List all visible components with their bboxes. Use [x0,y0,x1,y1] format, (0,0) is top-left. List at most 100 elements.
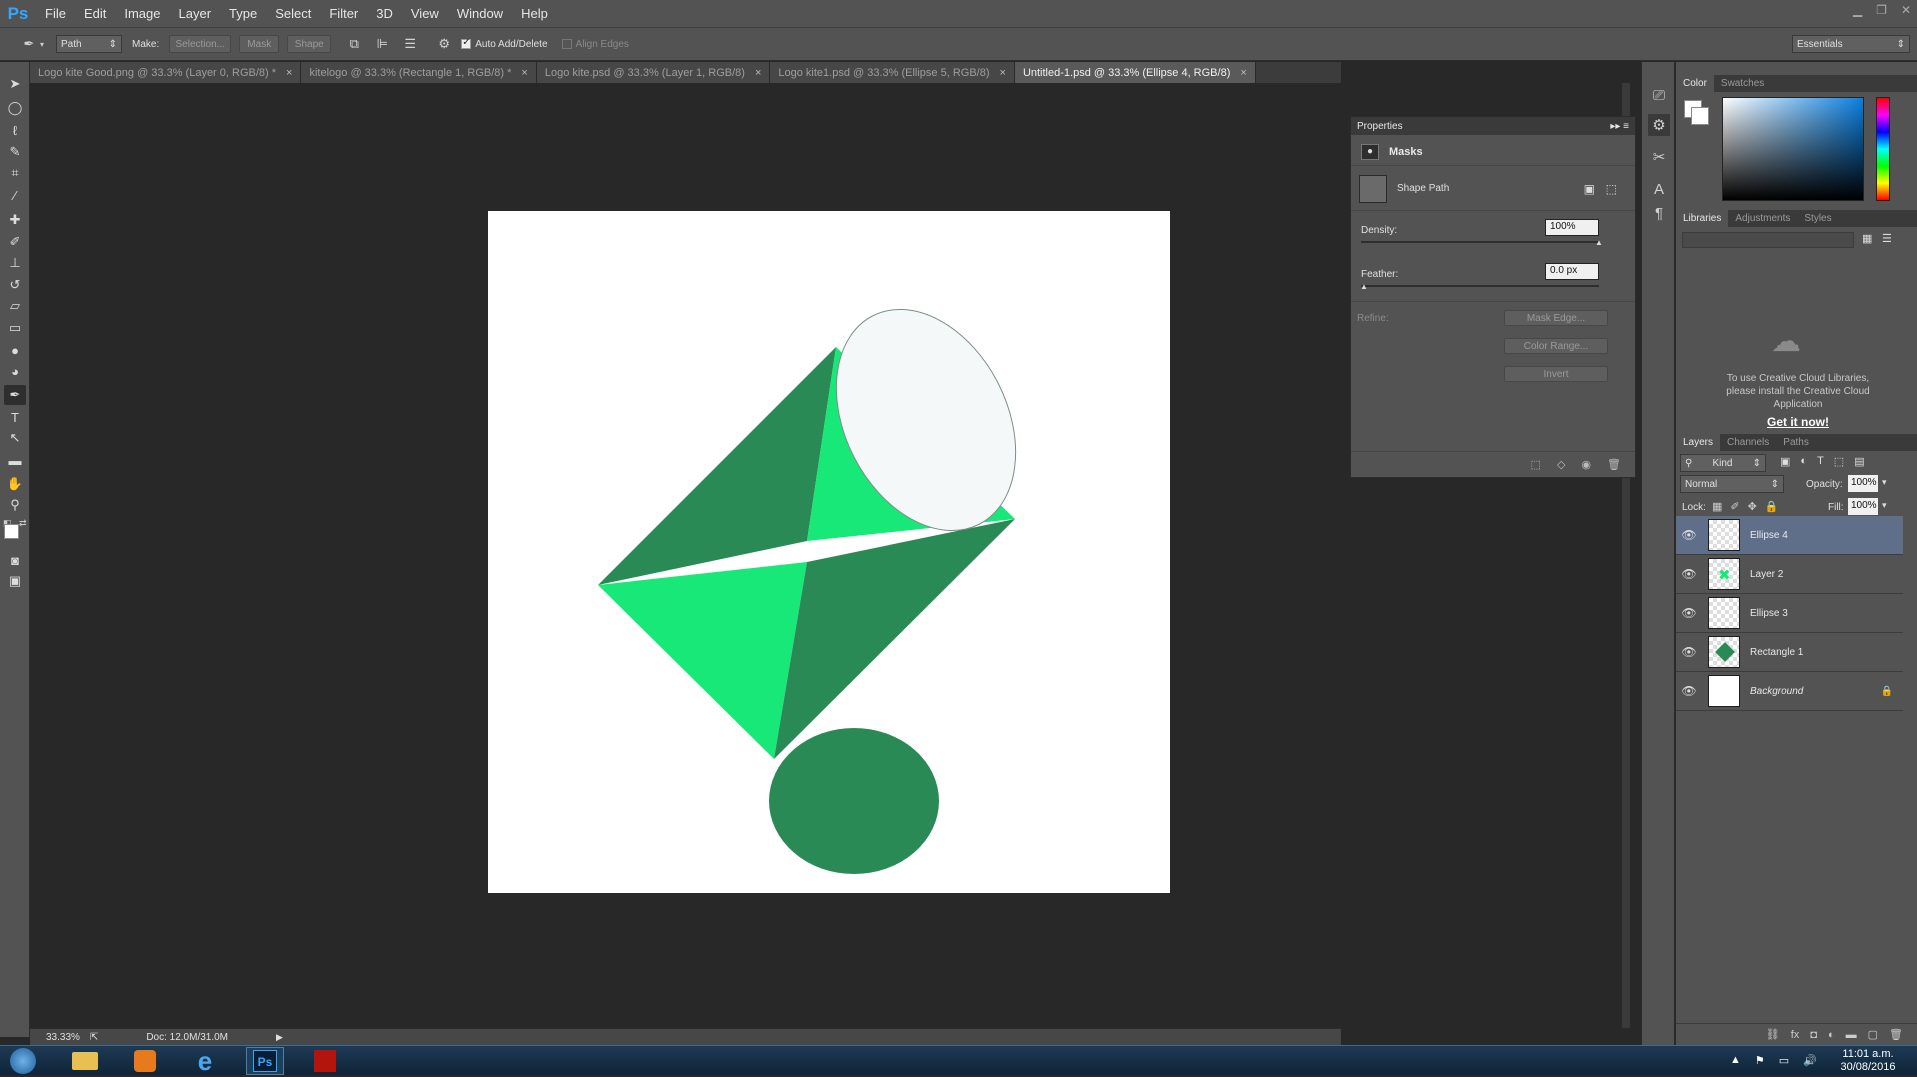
layer-style-icon[interactable]: fx [1791,1029,1800,1041]
adjustment-layer-icon[interactable]: ◐ [1828,1029,1835,1041]
tool-mode-select[interactable]: Path ⇕ [56,35,123,53]
menu-3d[interactable]: 3D [367,0,402,27]
apply-mask-icon[interactable]: ◇ [1557,458,1565,471]
visibility-eye-icon[interactable]: 👁 [1676,684,1702,698]
trash-icon[interactable]: 🗑 [1889,1028,1903,1041]
properties-icon[interactable]: ⚙ [1648,114,1670,136]
hand-tool-icon[interactable]: ✋ [4,474,26,494]
get-it-now-link[interactable]: Get it now! [1746,415,1850,429]
lock-all-icon[interactable]: 🔒 [1765,500,1779,513]
close-icon[interactable]: ✕ [1901,3,1911,17]
foreground-color-swatch[interactable] [4,524,19,539]
menu-help[interactable]: Help [512,0,557,27]
close-icon[interactable]: × [521,67,527,79]
screen-mode-icon[interactable]: ▣ [4,571,26,591]
eyedropper-icon[interactable]: ⁄ [4,185,26,205]
document-tab[interactable]: Logo kite.psd @ 33.3% (Layer 1, RGB/8) × [536,62,771,83]
lock-pixels-icon[interactable]: ✐ [1730,500,1739,513]
gradient-icon[interactable]: ▭ [4,318,26,338]
selection-button[interactable]: Selection... [169,35,232,53]
document-tab-active[interactable]: Untitled-1.psd @ 33.3% (Ellipse 4, RGB/8… [1014,62,1256,83]
visibility-eye-icon[interactable]: 👁 [1676,528,1702,542]
visibility-eye-icon[interactable]: ◉ [1581,458,1591,471]
invert-button[interactable]: Invert [1504,366,1608,382]
path-alignment-icon[interactable]: ⊫ [371,33,393,55]
zoom-level[interactable]: 33.33% [46,1032,80,1043]
menu-layer[interactable]: Layer [170,0,221,27]
filter-adjustment-icon[interactable]: ◐ [1800,455,1807,468]
history-brush-icon[interactable]: ↺ [4,275,26,295]
menu-window[interactable]: Window [448,0,512,27]
panel-collapse-icon[interactable]: ▸▸ ≡ [1610,121,1629,132]
eraser-icon[interactable]: ▱ [4,296,26,316]
quick-selection-icon[interactable]: ✎ [4,142,26,162]
close-icon[interactable]: × [1240,67,1246,79]
tab-libraries[interactable]: Libraries [1676,210,1729,227]
lock-position-icon[interactable]: ✥ [1748,500,1757,513]
color-picker-field[interactable] [1722,97,1864,201]
photoshop-taskbar-icon[interactable]: Ps [246,1047,284,1075]
action-center-icon[interactable]: ⚑ [1755,1054,1765,1067]
auto-add-delete-toggle[interactable]: Auto Add/Delete [461,37,548,50]
load-selection-icon[interactable]: ⬚ [1531,458,1541,471]
visibility-eye-icon[interactable]: 👁 [1676,645,1702,659]
media-player-icon[interactable] [126,1047,164,1075]
gear-icon[interactable]: ⚙ [433,33,455,55]
rectangle-tool-icon[interactable]: ▬ [4,450,26,470]
new-group-icon[interactable]: ▬ [1846,1029,1857,1041]
path-arrangement-icon[interactable]: ☰ [399,33,421,55]
close-icon[interactable]: × [1000,67,1006,79]
status-menu-arrow-icon[interactable]: ▶ [276,1032,283,1043]
layer-row-ellipse-3[interactable]: 👁 Ellipse 3 [1676,594,1903,633]
stamp-icon[interactable]: ⊥ [4,253,26,273]
filter-type-icon[interactable]: T [1817,455,1824,468]
filter-pixel-icon[interactable]: ▣ [1780,455,1790,468]
blur-icon[interactable]: ● [4,340,26,360]
align-edges-toggle[interactable]: Align Edges [561,39,629,50]
paragraph-icon[interactable]: ¶ [1648,202,1670,224]
add-mask-icon[interactable]: ▣ [1584,182,1595,196]
clock-time[interactable]: 11:01 a.m. [1838,1048,1898,1061]
chevron-down-icon[interactable]: ▾ [1882,477,1887,488]
hue-slider[interactable] [1876,97,1890,201]
tab-adjustments[interactable]: Adjustments [1728,210,1797,227]
close-icon[interactable]: × [286,67,292,79]
visibility-eye-icon[interactable]: 👁 [1676,567,1702,581]
close-icon[interactable]: × [755,67,761,79]
internet-explorer-icon[interactable]: e [186,1046,224,1076]
chevron-down-icon[interactable]: ▾ [40,40,44,49]
mask-button[interactable]: Mask [239,35,280,53]
healing-brush-icon[interactable]: ✚ [4,210,26,230]
file-explorer-icon[interactable] [66,1047,104,1075]
link-layers-icon[interactable]: ⛓ [1766,1028,1780,1041]
acrobat-icon[interactable] [306,1047,344,1075]
menu-type[interactable]: Type [220,0,266,27]
export-icon[interactable]: ⇱ [90,1032,98,1043]
brush-presets-icon[interactable]: ✂ [1648,146,1670,168]
document-tab[interactable]: kitelogo @ 33.3% (Rectangle 1, RGB/8) * × [301,62,537,83]
visibility-eye-icon[interactable]: 👁 [1676,606,1702,620]
menu-filter[interactable]: Filter [320,0,367,27]
background-swatch[interactable] [1691,107,1709,125]
history-icon[interactable]: ⎚ [1648,84,1670,106]
minimize-icon[interactable]: ▁ [1853,3,1862,17]
filter-smart-icon[interactable]: ▤ [1854,455,1864,468]
filter-shape-icon[interactable]: ⬚ [1834,455,1844,468]
checkbox-unchecked-icon[interactable] [561,39,572,49]
pen-tool-preset-icon[interactable]: ✒ [18,33,40,55]
new-layer-icon[interactable]: ▢ [1868,1028,1878,1041]
mask-edge-button[interactable]: Mask Edge... [1504,310,1608,326]
tab-styles[interactable]: Styles [1797,210,1838,227]
tab-layers[interactable]: Layers [1676,434,1721,451]
feather-slider[interactable] [1361,285,1599,287]
swap-colors-icon[interactable]: ⇄ [19,518,27,529]
menu-file[interactable]: File [36,0,75,27]
quick-mask-icon[interactable]: ◙ [4,550,26,570]
character-icon[interactable]: A [1648,178,1670,200]
grid-view-icon[interactable]: ▦ [1862,232,1872,245]
restore-icon[interactable]: ❐ [1876,3,1887,17]
layer-row-ellipse-4[interactable]: 👁 Ellipse 4 [1676,516,1903,555]
list-view-icon[interactable]: ☰ [1882,232,1892,245]
lasso-icon[interactable]: ℓ [4,120,26,140]
chevron-down-icon[interactable]: ▾ [1882,500,1887,511]
